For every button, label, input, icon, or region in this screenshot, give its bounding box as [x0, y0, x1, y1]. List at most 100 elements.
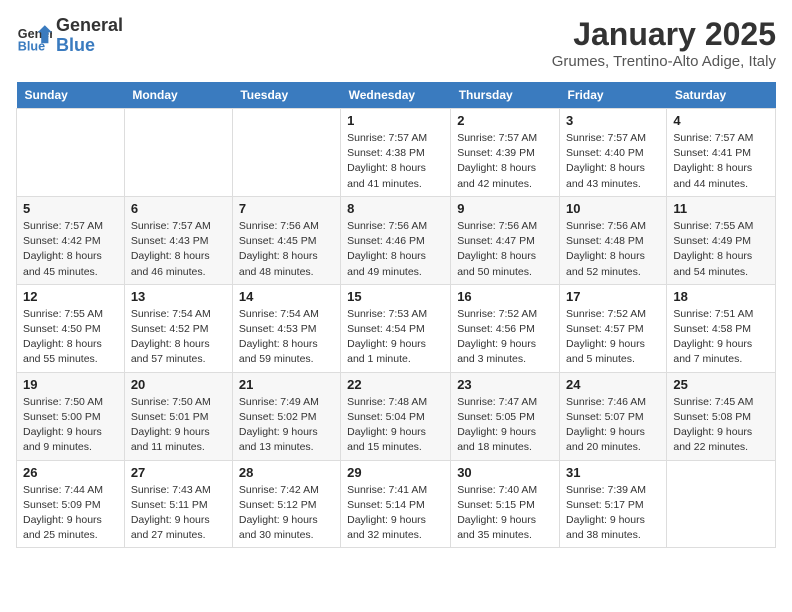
calendar-cell: 29 Sunrise: 7:41 AM Sunset: 5:14 PM Dayli… [341, 460, 451, 548]
calendar-cell: 17 Sunrise: 7:52 AM Sunset: 4:57 PM Dayli… [560, 284, 667, 372]
day-number: 16 [457, 289, 553, 304]
day-info: Sunrise: 7:56 AM Sunset: 4:48 PM Dayligh… [566, 219, 660, 280]
day-number: 28 [239, 465, 334, 480]
logo-line1: General [56, 16, 123, 36]
week-row-5: 26Sunrise: 7:44 AM Sunset: 5:09 PM Dayli… [17, 460, 776, 548]
calendar-cell: 9 Sunrise: 7:56 AM Sunset: 4:47 PM Daylig… [451, 196, 560, 284]
calendar-cell: 8Sunrise: 7:56 AM Sunset: 4:46 PM Daylig… [341, 196, 451, 284]
day-number: 6 [131, 201, 226, 216]
day-number: 13 [131, 289, 226, 304]
calendar-cell: 15 Sunrise: 7:53 AM Sunset: 4:54 PM Dayli… [341, 284, 451, 372]
calendar-cell: 7 Sunrise: 7:56 AM Sunset: 4:45 PM Daylig… [232, 196, 340, 284]
day-number: 20 [131, 377, 226, 392]
calendar-cell [232, 109, 340, 197]
day-info: Sunrise: 7:47 AM Sunset: 5:05 PM Dayligh… [457, 395, 553, 456]
day-info: Sunrise: 7:57 AM Sunset: 4:43 PM Dayligh… [131, 219, 226, 280]
weekday-header-wednesday: Wednesday [341, 82, 451, 109]
day-info: Sunrise: 7:55 AM Sunset: 4:50 PM Dayligh… [23, 307, 118, 368]
logo: General Blue General Blue [16, 16, 123, 56]
weekday-header-sunday: Sunday [17, 82, 125, 109]
day-number: 5 [23, 201, 118, 216]
day-number: 2 [457, 113, 553, 128]
day-info: Sunrise: 7:52 AM Sunset: 4:56 PM Dayligh… [457, 307, 553, 368]
day-number: 19 [23, 377, 118, 392]
day-number: 1 [347, 113, 444, 128]
week-row-1: 1 Sunrise: 7:57 AM Sunset: 4:38 PM Daylig… [17, 109, 776, 197]
day-number: 11 [673, 201, 769, 216]
day-info: Sunrise: 7:54 AM Sunset: 4:52 PM Dayligh… [131, 307, 226, 368]
day-number: 27 [131, 465, 226, 480]
logo-icon: General Blue [16, 18, 52, 54]
day-number: 26 [23, 465, 118, 480]
day-number: 29 [347, 465, 444, 480]
day-number: 14 [239, 289, 334, 304]
day-info: Sunrise: 7:56 AM Sunset: 4:46 PM Dayligh… [347, 219, 444, 280]
day-info: Sunrise: 7:51 AM Sunset: 4:58 PM Dayligh… [673, 307, 769, 368]
calendar-cell: 2 Sunrise: 7:57 AM Sunset: 4:39 PM Daylig… [451, 109, 560, 197]
calendar-cell [667, 460, 776, 548]
day-info: Sunrise: 7:41 AM Sunset: 5:14 PM Dayligh… [347, 483, 444, 544]
day-info: Sunrise: 7:54 AM Sunset: 4:53 PM Dayligh… [239, 307, 334, 368]
weekday-header-friday: Friday [560, 82, 667, 109]
day-info: Sunrise: 7:55 AM Sunset: 4:49 PM Dayligh… [673, 219, 769, 280]
calendar-cell: 31 Sunrise: 7:39 AM Sunset: 5:17 PM Dayli… [560, 460, 667, 548]
weekday-header-thursday: Thursday [451, 82, 560, 109]
day-info: Sunrise: 7:57 AM Sunset: 4:41 PM Dayligh… [673, 131, 769, 192]
day-number: 22 [347, 377, 444, 392]
week-row-3: 12Sunrise: 7:55 AM Sunset: 4:50 PM Dayli… [17, 284, 776, 372]
day-number: 31 [566, 465, 660, 480]
page-header: General Blue General Blue January 2025 G… [16, 16, 776, 70]
calendar-cell: 28 Sunrise: 7:42 AM Sunset: 5:12 PM Dayli… [232, 460, 340, 548]
day-number: 18 [673, 289, 769, 304]
calendar-cell: 13 Sunrise: 7:54 AM Sunset: 4:52 PM Dayli… [124, 284, 232, 372]
day-info: Sunrise: 7:40 AM Sunset: 5:15 PM Dayligh… [457, 483, 553, 544]
day-info: Sunrise: 7:39 AM Sunset: 5:17 PM Dayligh… [566, 483, 660, 544]
day-info: Sunrise: 7:56 AM Sunset: 4:45 PM Dayligh… [239, 219, 334, 280]
day-info: Sunrise: 7:57 AM Sunset: 4:40 PM Dayligh… [566, 131, 660, 192]
month-title: January 2025 [552, 16, 776, 53]
calendar-cell: 20 Sunrise: 7:50 AM Sunset: 5:01 PM Dayli… [124, 372, 232, 460]
day-number: 4 [673, 113, 769, 128]
logo-line2: Blue [56, 36, 123, 56]
calendar-cell: 12Sunrise: 7:55 AM Sunset: 4:50 PM Dayli… [17, 284, 125, 372]
location-subtitle: Grumes, Trentino-Alto Adige, Italy [552, 53, 776, 70]
day-number: 15 [347, 289, 444, 304]
calendar-cell: 1 Sunrise: 7:57 AM Sunset: 4:38 PM Daylig… [341, 109, 451, 197]
calendar-cell: 14 Sunrise: 7:54 AM Sunset: 4:53 PM Dayli… [232, 284, 340, 372]
calendar-table: SundayMondayTuesdayWednesdayThursdayFrid… [16, 82, 776, 548]
day-info: Sunrise: 7:57 AM Sunset: 4:38 PM Dayligh… [347, 131, 444, 192]
calendar-cell: 16 Sunrise: 7:52 AM Sunset: 4:56 PM Dayli… [451, 284, 560, 372]
day-number: 17 [566, 289, 660, 304]
calendar-cell: 30 Sunrise: 7:40 AM Sunset: 5:15 PM Dayli… [451, 460, 560, 548]
weekday-header-saturday: Saturday [667, 82, 776, 109]
day-number: 21 [239, 377, 334, 392]
day-info: Sunrise: 7:43 AM Sunset: 5:11 PM Dayligh… [131, 483, 226, 544]
calendar-cell: 4 Sunrise: 7:57 AM Sunset: 4:41 PM Daylig… [667, 109, 776, 197]
week-row-2: 5Sunrise: 7:57 AM Sunset: 4:42 PM Daylig… [17, 196, 776, 284]
weekday-header-row: SundayMondayTuesdayWednesdayThursdayFrid… [17, 82, 776, 109]
day-info: Sunrise: 7:52 AM Sunset: 4:57 PM Dayligh… [566, 307, 660, 368]
day-number: 3 [566, 113, 660, 128]
day-number: 9 [457, 201, 553, 216]
day-number: 24 [566, 377, 660, 392]
calendar-cell: 19Sunrise: 7:50 AM Sunset: 5:00 PM Dayli… [17, 372, 125, 460]
day-info: Sunrise: 7:53 AM Sunset: 4:54 PM Dayligh… [347, 307, 444, 368]
calendar-cell [17, 109, 125, 197]
day-info: Sunrise: 7:50 AM Sunset: 5:01 PM Dayligh… [131, 395, 226, 456]
day-number: 7 [239, 201, 334, 216]
day-number: 25 [673, 377, 769, 392]
day-info: Sunrise: 7:46 AM Sunset: 5:07 PM Dayligh… [566, 395, 660, 456]
day-info: Sunrise: 7:56 AM Sunset: 4:47 PM Dayligh… [457, 219, 553, 280]
day-number: 30 [457, 465, 553, 480]
weekday-header-monday: Monday [124, 82, 232, 109]
calendar-cell: 18 Sunrise: 7:51 AM Sunset: 4:58 PM Dayli… [667, 284, 776, 372]
day-info: Sunrise: 7:57 AM Sunset: 4:39 PM Dayligh… [457, 131, 553, 192]
calendar-cell: 3 Sunrise: 7:57 AM Sunset: 4:40 PM Daylig… [560, 109, 667, 197]
calendar-cell: 26Sunrise: 7:44 AM Sunset: 5:09 PM Dayli… [17, 460, 125, 548]
weekday-header-tuesday: Tuesday [232, 82, 340, 109]
calendar-cell: 23Sunrise: 7:47 AM Sunset: 5:05 PM Dayli… [451, 372, 560, 460]
calendar-cell: 6 Sunrise: 7:57 AM Sunset: 4:43 PM Daylig… [124, 196, 232, 284]
calendar-cell: 11 Sunrise: 7:55 AM Sunset: 4:49 PM Dayli… [667, 196, 776, 284]
day-info: Sunrise: 7:42 AM Sunset: 5:12 PM Dayligh… [239, 483, 334, 544]
svg-text:Blue: Blue [18, 39, 45, 53]
